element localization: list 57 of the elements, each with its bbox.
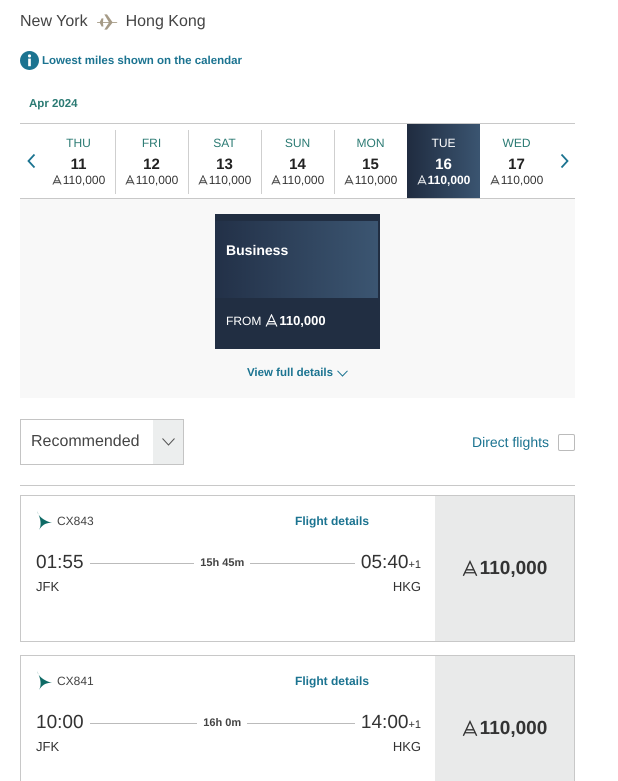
flight-duration: 15h 45m — [200, 557, 244, 569]
miles-icon — [124, 175, 135, 185]
arrival-time: 05:40 — [360, 552, 408, 574]
date-tab[interactable]: SUN 14 110,000 — [261, 124, 334, 198]
miles-icon — [265, 314, 278, 327]
day-offset: +1 — [408, 559, 422, 571]
airline-logo-icon — [35, 671, 53, 691]
flight-number: CX841 — [57, 674, 94, 688]
date-tab[interactable]: MON 15 110,000 — [334, 124, 407, 198]
fare-price[interactable]: 110,000 — [435, 656, 574, 781]
arrival-airport: HKG — [392, 579, 421, 594]
sort-dropdown[interactable]: Recommended — [20, 419, 184, 465]
destination-city: Hong Kong — [126, 13, 206, 31]
arrival-airport: HKG — [392, 739, 421, 754]
arrival-time: 14:00 — [360, 712, 408, 734]
cabin-name: Business — [226, 242, 288, 258]
departure-airport: JFK — [36, 739, 60, 754]
caret-icon — [162, 438, 174, 446]
from-label: FROM — [226, 314, 262, 328]
flight-number: CX843 — [57, 514, 94, 528]
miles-icon — [52, 175, 62, 185]
miles-icon — [270, 175, 281, 185]
direct-flights-checkbox[interactable] — [558, 434, 575, 450]
chevron-left-icon — [26, 153, 36, 169]
departure-airport: JFK — [36, 579, 60, 594]
cabin-price: 110,000 — [265, 313, 326, 328]
airline-logo-icon — [35, 511, 53, 531]
miles-icon — [198, 175, 208, 185]
month-label: Apr 2024 — [29, 98, 79, 110]
miles-icon — [490, 175, 500, 185]
info-message: Lowest miles shown on the calendar — [42, 54, 242, 66]
departure-time: 10:00 — [36, 712, 84, 734]
flight-card[interactable]: CX843 Flight details 01:55 15h 45m 05:40+1 JFK HKG 110,000 — [20, 495, 575, 642]
departure-time: 01:55 — [36, 552, 84, 574]
chevron-right-icon — [560, 153, 568, 169]
airplane-icon — [96, 13, 118, 31]
view-details-link[interactable]: View full details — [240, 366, 354, 380]
flight-details-link[interactable]: Flight details — [294, 674, 369, 688]
date-tab[interactable]: THU 11 110,000 — [42, 124, 115, 198]
flight-details-link[interactable]: Flight details — [294, 514, 369, 528]
direct-flights-label: Direct flights — [472, 434, 549, 450]
miles-icon — [462, 720, 478, 737]
miles-icon — [344, 175, 354, 185]
flight-duration: 16h 0m — [203, 717, 242, 729]
origin-city: New York — [20, 13, 88, 31]
miles-icon — [416, 175, 427, 185]
date-tab[interactable]: WED 17 110,000 — [480, 124, 553, 198]
flight-card[interactable]: CX841 Flight details 10:00 16h 0m 14:00+1 JFK HKG 110,000 — [20, 655, 575, 781]
date-tab[interactable]: FRI 12 110,000 — [115, 124, 188, 198]
date-tab[interactable]: SAT 13 110,000 — [188, 124, 261, 198]
miles-icon — [462, 560, 478, 577]
info-icon — [20, 51, 39, 70]
date-tab[interactable]: TUE 16 110,000 — [407, 124, 480, 198]
day-offset: +1 — [408, 719, 421, 731]
fare-price[interactable]: 110,000 — [435, 496, 574, 641]
chevron-down-icon — [337, 370, 348, 376]
cabin-card[interactable]: Business FROM 110,000 — [215, 214, 380, 349]
